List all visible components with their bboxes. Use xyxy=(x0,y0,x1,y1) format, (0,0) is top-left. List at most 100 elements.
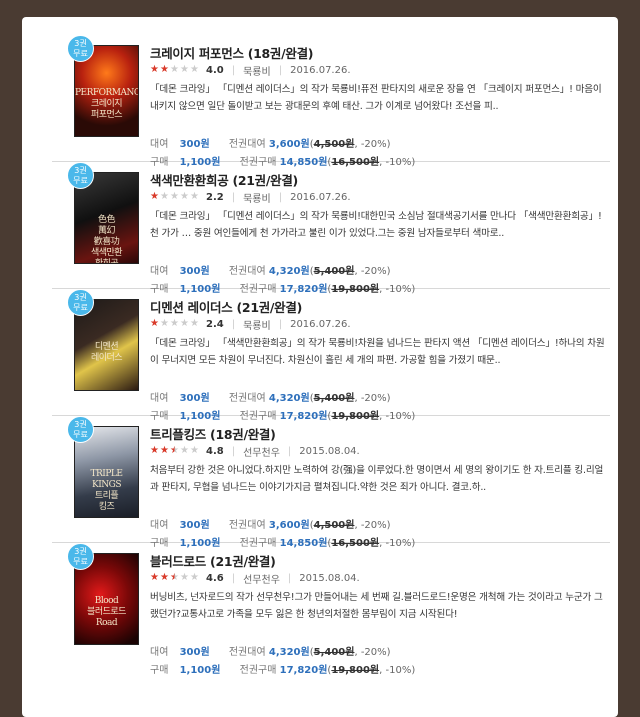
star-icon: ★ xyxy=(160,444,169,456)
all-rent-price[interactable]: 4,320원 xyxy=(269,647,310,658)
all-rent-label: 전권대여 xyxy=(228,520,266,531)
badge-count: 3권 xyxy=(74,165,87,175)
all-rent-price[interactable]: 3,600원 xyxy=(269,520,310,531)
book-list-item[interactable]: 色色 萬幻 歡喜功 색색만환 환희공 3권 무료 색색만환환희공 (21권/완결… xyxy=(52,162,610,295)
badge-free: 무료 xyxy=(73,429,88,439)
free-volumes-badge: 3권 무료 xyxy=(67,543,94,570)
star-icon: ★ xyxy=(180,444,189,456)
book-author[interactable]: 묵룡비 xyxy=(243,190,271,205)
all-rent-label: 전권대여 xyxy=(228,647,266,658)
badge-free: 무료 xyxy=(73,48,88,58)
rating-stars: ★ ★ ★ ★ ★ xyxy=(150,63,202,76)
rent-label: 대여 xyxy=(150,393,169,404)
book-meta: ★ ★ ★ ★ ★ 4.8 | 선무천우 | 2015.08.04. xyxy=(150,444,360,459)
star-icon: ★ xyxy=(160,190,169,202)
meta-separator: | xyxy=(231,446,236,457)
book-list-item[interactable]: Blood 블러드로드 Road 3권 무료 블러드로드 (21권/완결) ★ ★… xyxy=(52,543,610,676)
meta-separator: | xyxy=(231,192,236,203)
star-icon: ★ xyxy=(150,571,159,583)
cover-title: Blood 블러드로드 Road xyxy=(87,596,126,628)
cover-title: PERFORMANCE 크레이지 퍼포먼스 xyxy=(75,88,138,120)
all-rent-original-price: 5,400원 xyxy=(313,266,355,277)
book-author[interactable]: 묵룡비 xyxy=(243,317,271,332)
star-icon: ★ xyxy=(150,63,159,75)
book-description: 「데몬 크라잉」 「색색만환환희공」의 작가 묵룡비!차원을 넘나드는 판타지 … xyxy=(150,338,605,366)
all-rent-discount: -20% xyxy=(360,139,387,150)
star-icon: ★ xyxy=(180,63,189,75)
star-icon: ★ xyxy=(170,571,179,583)
book-title[interactable]: 크레이지 퍼포먼스 (18권/완결) xyxy=(150,43,314,62)
all-rent-label: 전권대여 xyxy=(228,266,266,277)
buy-price[interactable]: 1,100원 xyxy=(180,665,221,676)
star-icon: ★ xyxy=(190,444,199,456)
badge-count: 3권 xyxy=(74,38,87,48)
rent-price-row: 대여 300원 전권대여 4,320원(5,400원, -20%) xyxy=(150,266,391,277)
book-author[interactable]: 선무천우 xyxy=(243,571,280,586)
meta-separator: | xyxy=(278,192,283,203)
book-meta: ★ ★ ★ ★ ★ 4.6 | 선무천우 | 2015.08.04. xyxy=(150,571,360,586)
star-icon: ★ xyxy=(190,63,199,75)
all-rent-original-price: 4,500원 xyxy=(313,520,355,531)
rent-price[interactable]: 300원 xyxy=(180,520,210,531)
all-buy-price[interactable]: 17,820원 xyxy=(280,665,328,676)
meta-separator: | xyxy=(231,65,236,76)
all-rent-price[interactable]: 4,320원 xyxy=(269,266,310,277)
meta-separator: | xyxy=(278,319,283,330)
star-icon: ★ xyxy=(170,190,179,202)
rating-stars: ★ ★ ★ ★ ★ xyxy=(150,571,202,584)
book-list-item[interactable]: 디멘션 레이더스 3권 무료 디멘션 레이더스 (21권/완결) ★ ★ ★ ★ ★ 2… xyxy=(52,289,610,422)
all-rent-discount: -20% xyxy=(360,393,387,404)
free-volumes-badge: 3권 무료 xyxy=(67,35,94,62)
badge-free: 무료 xyxy=(73,302,88,312)
rent-price-row: 대여 300원 전권대여 3,600원(4,500원, -20%) xyxy=(150,520,391,531)
rating-score: 2.4 xyxy=(206,319,224,330)
badge-free: 무료 xyxy=(73,175,88,185)
star-icon: ★ xyxy=(150,444,159,456)
book-meta: ★ ★ ★ ★ ★ 2.2 | 묵룡비 | 2016.07.26. xyxy=(150,190,351,205)
all-buy-label: 전권구매 xyxy=(239,665,277,676)
book-description: 「데몬 크라잉」 「디멘션 레이더스」의 작가 묵룡비!대한민국 소심남 절대색… xyxy=(150,211,602,239)
book-list-item[interactable]: PERFORMANCE 크레이지 퍼포먼스 3권 무료 크레이지 퍼포먼스 (1… xyxy=(52,35,610,168)
meta-separator: | xyxy=(287,573,292,584)
star-icon: ★ xyxy=(170,63,179,75)
book-list-item[interactable]: TRIPLE KINGS 트리플 킹즈 3권 무료 트리플킹즈 (18권/완결)… xyxy=(52,416,610,549)
book-title[interactable]: 트리플킹즈 (18권/완결) xyxy=(150,424,276,443)
rent-price[interactable]: 300원 xyxy=(180,139,210,150)
star-icon: ★ xyxy=(190,571,199,583)
rent-price-row: 대여 300원 전권대여 4,320원(5,400원, -20%) xyxy=(150,393,391,404)
buy-label: 구매 xyxy=(150,665,169,676)
star-icon: ★ xyxy=(180,190,189,202)
rating-stars: ★ ★ ★ ★ ★ xyxy=(150,444,202,457)
meta-separator: | xyxy=(231,319,236,330)
publish-date: 2016.07.26. xyxy=(290,65,351,76)
rent-price-row: 대여 300원 전권대여 3,600원(4,500원, -20%) xyxy=(150,139,391,150)
rent-price[interactable]: 300원 xyxy=(180,393,210,404)
all-buy-discount: -10% xyxy=(385,665,412,676)
all-rent-original-price: 5,400원 xyxy=(313,647,355,658)
badge-free: 무료 xyxy=(73,556,88,566)
book-author[interactable]: 묵룡비 xyxy=(243,63,271,78)
all-rent-price[interactable]: 3,600원 xyxy=(269,139,310,150)
badge-count: 3권 xyxy=(74,419,87,429)
rating-score: 2.2 xyxy=(206,192,224,203)
star-icon: ★ xyxy=(190,190,199,202)
book-title[interactable]: 디멘션 레이더스 (21권/완결) xyxy=(150,297,302,316)
book-title[interactable]: 색색만환환희공 (21권/완결) xyxy=(150,170,298,189)
rent-price[interactable]: 300원 xyxy=(180,266,210,277)
meta-separator: | xyxy=(287,446,292,457)
buy-price-row: 구매 1,100원 전권구매 17,820원(19,800원, -10%) xyxy=(150,665,416,676)
star-icon: ★ xyxy=(160,63,169,75)
star-icon: ★ xyxy=(170,317,179,329)
all-rent-discount: -20% xyxy=(360,520,387,531)
free-volumes-badge: 3권 무료 xyxy=(67,289,94,316)
book-author[interactable]: 선무천우 xyxy=(243,444,280,459)
all-rent-original-price: 5,400원 xyxy=(313,393,355,404)
all-rent-price[interactable]: 4,320원 xyxy=(269,393,310,404)
badge-count: 3권 xyxy=(74,546,87,556)
meta-separator: | xyxy=(231,573,236,584)
book-description: 「데몬 크라잉」 「디멘션 레이더스」의 작가 묵룡비!퓨전 판타지의 새로운 … xyxy=(150,84,602,112)
meta-separator: | xyxy=(278,65,283,76)
star-icon: ★ xyxy=(160,317,169,329)
book-title[interactable]: 블러드로드 (21권/완결) xyxy=(150,551,276,570)
rent-price[interactable]: 300원 xyxy=(180,647,210,658)
